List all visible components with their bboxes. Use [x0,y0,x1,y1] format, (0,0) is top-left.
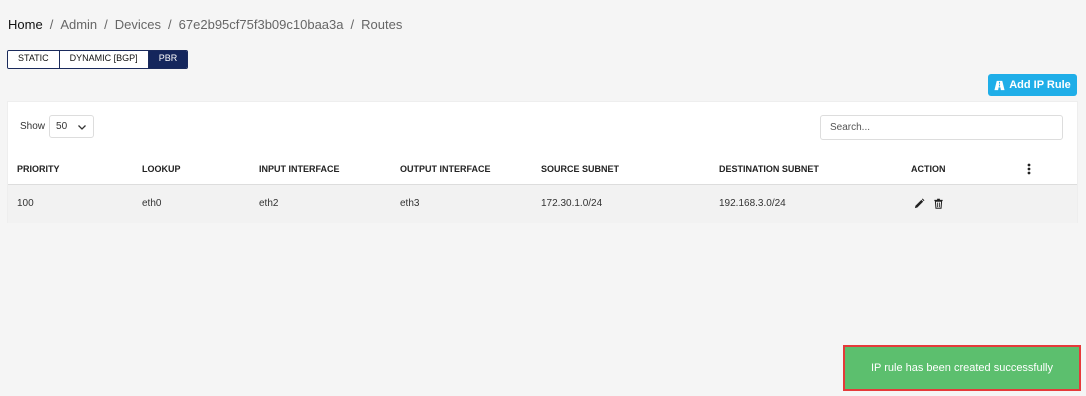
success-toast: IP rule has been created successfully [843,345,1081,391]
column-header-input-interface[interactable]: INPUT INTERFACE [259,164,340,174]
breadcrumb-admin[interactable]: Admin [60,17,97,32]
page-size-value: 50 [56,121,68,132]
page-size-select[interactable]: 50 [49,115,95,138]
column-header-priority[interactable]: PRIORITY [17,164,60,174]
add-ip-rule-button[interactable]: Add IP Rule [988,74,1077,96]
breadcrumb-home[interactable]: Home [8,17,43,32]
trash-icon[interactable] [933,198,944,209]
breadcrumb-separator: / [49,17,54,32]
toast-message: IP rule has been created successfully [870,362,1053,374]
column-header-output-interface[interactable]: OUTPUT INTERFACE [400,164,491,174]
breadcrumb-device-id[interactable]: 67e2b95cf75f3b09c10baa3a [179,17,344,32]
table-row: 100 eth0 eth2 eth3 172.30.1.0/24 192.168… [8,185,1077,223]
column-header-source-subnet[interactable]: SOURCE SUBNET [541,164,619,174]
add-ip-rule-label: Add IP Rule [1009,79,1071,91]
chevron-down-icon [78,124,86,130]
breadcrumb-separator: / [168,17,172,32]
cell-lookup: eth0 [142,198,162,209]
cell-priority: 100 [17,198,34,209]
page-size-control: Show 50 [20,115,95,138]
tab-dynamic-bgp[interactable]: DYNAMIC [BGP] [59,51,149,68]
edit-icon[interactable] [914,198,925,209]
route-type-tabs: STATIC DYNAMIC [BGP] PBR [7,50,189,69]
search-input[interactable] [820,115,1063,140]
cell-input-interface: eth2 [259,198,279,209]
breadcrumb-separator: / [104,17,108,32]
row-actions [914,198,944,209]
cell-source-subnet: 172.30.1.0/24 [541,198,603,209]
table-header: PRIORITY LOOKUP INPUT INTERFACE OUTPUT I… [8,154,1077,185]
column-header-destination-subnet[interactable]: DESTINATION SUBNET [719,164,819,174]
show-label: Show [20,121,46,132]
breadcrumb: Home / Admin / Devices / 67e2b95cf75f3b0… [8,17,402,32]
breadcrumb-routes: Routes [361,17,403,32]
tab-pbr[interactable]: PBR [148,51,188,68]
breadcrumb-devices[interactable]: Devices [115,17,161,32]
column-header-action: ACTION [911,164,946,174]
ip-rules-table-panel: Show 50 PRIORITY LOOKUP INPUT INTERFACE … [7,101,1078,223]
cell-destination-subnet: 192.168.3.0/24 [719,198,786,209]
column-header-lookup[interactable]: LOOKUP [142,164,181,174]
breadcrumb-separator: / [350,17,355,32]
road-icon [994,80,1005,90]
cell-output-interface: eth3 [400,198,420,209]
tab-static[interactable]: STATIC [8,51,60,68]
column-menu-icon[interactable] [1027,163,1031,175]
